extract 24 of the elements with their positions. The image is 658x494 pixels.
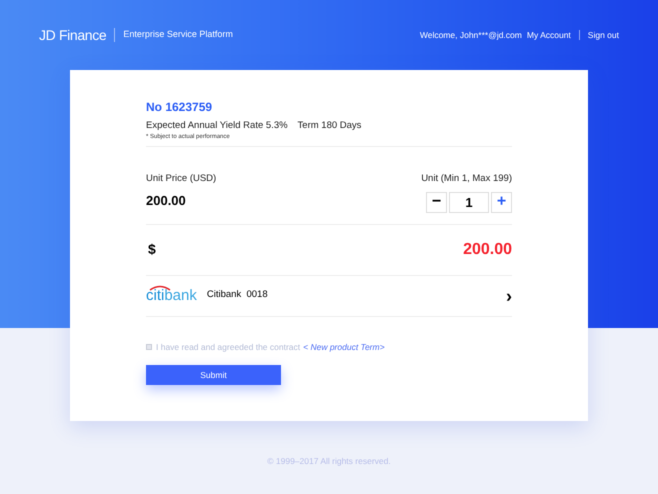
increase-button[interactable]: + [491,192,512,212]
term-text: Term 180 Days [298,119,362,133]
currency-symbol: $ [148,240,156,259]
platform-title: Enterprise Service Platform [123,28,233,42]
agreement-text: I have read and agreeded the contract [156,340,300,354]
header-link[interactable]: Sign out [588,28,619,42]
unit-price-label: Unit Price (USD) [146,172,216,186]
quantity-field[interactable]: 1 [449,192,489,212]
yield-rate: Expected Annual Yield Rate 5.3% [146,119,288,133]
brand-logo: JD Finance [39,26,106,44]
header-link[interactable]: My Account [526,28,571,42]
product-number: No 1623759 [146,99,214,116]
chevron-icon: › [506,286,512,304]
payment-row[interactable]: citibank Citibank 0018 › [146,276,512,316]
unit-price-value: 200.00 [146,192,187,210]
submit-button[interactable]: Submit [146,365,281,386]
agreement-checkbox[interactable] [146,344,152,350]
decrease-button[interactable]: − [426,192,447,212]
welcome-text: Welcome, John***@jd.com [420,28,522,42]
bank-logo: citibank [146,288,197,303]
total-amount: 200.00 [463,240,512,260]
bank-account: Citibank 0018 [206,288,268,302]
unit-label: Unit (Min 1, Max 199) [421,172,512,186]
terms-link[interactable]: < New product Term> [303,340,385,354]
